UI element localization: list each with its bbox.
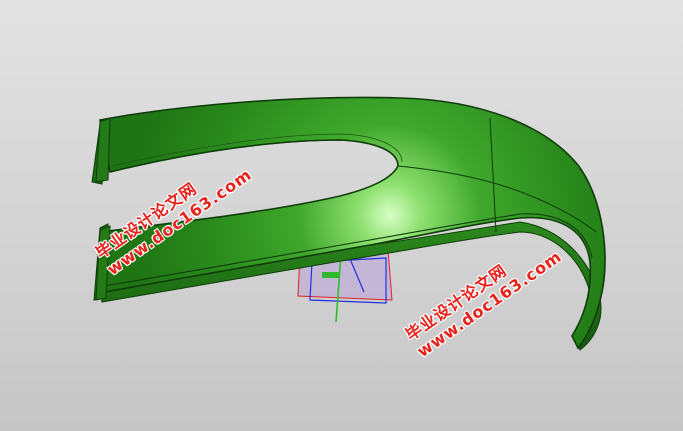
3d-model-view[interactable]: X bbox=[0, 0, 683, 431]
shell-end-cap-top bbox=[95, 117, 111, 183]
cad-viewport[interactable]: X 毕业设计论文网 www.doc163.com 毕业设计论文网 www.doc… bbox=[0, 0, 683, 431]
